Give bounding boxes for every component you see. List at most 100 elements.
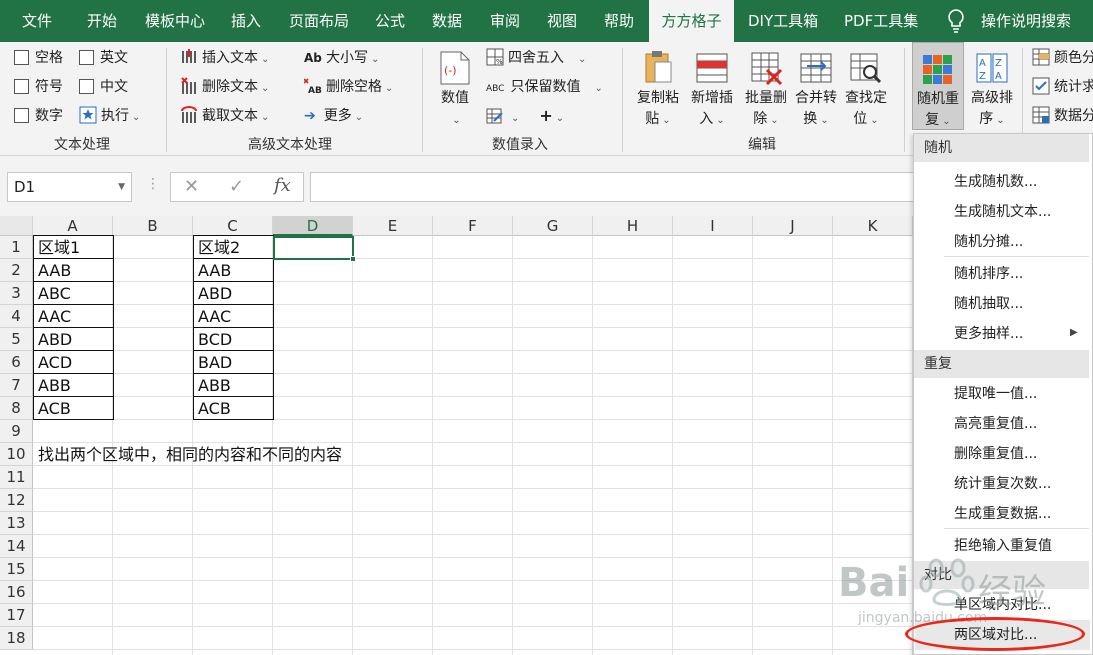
- edit-table-button[interactable]: ⌄ + ⌄: [486, 103, 564, 129]
- stats-button[interactable]: 统计求: [1032, 74, 1093, 100]
- column-header-b[interactable]: B: [113, 216, 193, 236]
- column-header-i[interactable]: I: [673, 216, 753, 236]
- merge-convert-button[interactable]: 合并转换 ⌄: [790, 42, 842, 134]
- row-header-15[interactable]: 15: [0, 558, 33, 581]
- row-header-9[interactable]: 9: [0, 420, 33, 443]
- extract-text-button[interactable]: 截取文本 ⌄: [180, 103, 269, 129]
- name-box[interactable]: D1 ▼: [7, 172, 132, 202]
- column-header-f[interactable]: F: [433, 216, 513, 236]
- tab-insert[interactable]: 插入: [231, 0, 261, 42]
- cell-a5[interactable]: ABD: [34, 328, 72, 351]
- selected-cell-d1[interactable]: [273, 236, 354, 260]
- find-locate-button[interactable]: 查找定位 ⌄: [840, 42, 892, 134]
- tab-template-center[interactable]: 模板中心: [145, 0, 205, 42]
- cell-c6[interactable]: BAD: [194, 351, 232, 374]
- row-header-6[interactable]: 6: [0, 351, 33, 374]
- menu-item-highlight-duplicates[interactable]: 高亮重复值...: [954, 409, 1037, 439]
- menu-item-generate-duplicates[interactable]: 生成重复数据...: [954, 499, 1051, 529]
- more-button[interactable]: ➔ 更多 ⌄: [304, 103, 363, 129]
- column-header-d[interactable]: D: [273, 216, 353, 236]
- row-header-5[interactable]: 5: [0, 328, 33, 351]
- row-header-17[interactable]: 17: [0, 604, 33, 627]
- advanced-sort-button[interactable]: AZZA 高级排序 ⌄: [966, 42, 1018, 134]
- tab-home[interactable]: 开始: [87, 0, 117, 42]
- cell-a3[interactable]: ABC: [34, 282, 71, 305]
- cell-c2[interactable]: AAB: [194, 259, 231, 282]
- row-header-12[interactable]: 12: [0, 489, 33, 512]
- cancel-icon[interactable]: ✕: [184, 176, 199, 197]
- menu-item-delete-duplicates[interactable]: 删除重复值...: [954, 439, 1037, 469]
- column-header-j[interactable]: J: [753, 216, 833, 236]
- tab-view[interactable]: 视图: [547, 0, 577, 42]
- cell-a8[interactable]: ACB: [34, 397, 71, 420]
- insert-text-button[interactable]: 插入文本 ⌄: [180, 45, 269, 71]
- menu-item-count-duplicates[interactable]: 统计重复次数...: [954, 469, 1051, 499]
- row-header-18[interactable]: 18: [0, 627, 33, 650]
- tab-diy-toolbox[interactable]: DIY工具箱: [748, 0, 818, 42]
- cell-c3[interactable]: ABD: [194, 282, 232, 305]
- column-header-e[interactable]: E: [353, 216, 433, 236]
- cell-a2[interactable]: AAB: [34, 259, 71, 282]
- symbol-checkbox[interactable]: 符号: [14, 74, 63, 100]
- case-button[interactable]: Ab 大小写 ⌄: [304, 45, 379, 71]
- column-header-a[interactable]: A: [33, 216, 113, 236]
- column-header-g[interactable]: G: [513, 216, 593, 236]
- cell-a10[interactable]: 找出两个区域中，相同的内容和不同的内容: [34, 443, 342, 466]
- keep-numbers-button[interactable]: ABC 只保留数值 ⌄: [486, 74, 603, 100]
- execute-button[interactable]: 执行 ⌄: [79, 103, 140, 129]
- column-header-k[interactable]: K: [833, 216, 913, 236]
- row-header-3[interactable]: 3: [0, 282, 33, 305]
- row-header-4[interactable]: 4: [0, 305, 33, 328]
- menu-item-gen-random-text[interactable]: 生成随机文本...: [954, 197, 1051, 227]
- tab-page-layout[interactable]: 页面布局: [289, 0, 349, 42]
- random-repeat-button[interactable]: 随机重复 ⌄: [912, 42, 964, 130]
- menu-item-more-sampling[interactable]: 更多抽样...: [954, 319, 1023, 349]
- menu-item-extract-unique[interactable]: 提取唯一值...: [954, 379, 1037, 409]
- menu-item-random-sample[interactable]: 随机抽取...: [954, 289, 1023, 319]
- column-header-h[interactable]: H: [593, 216, 673, 236]
- data-split-button[interactable]: 数据分: [1032, 103, 1093, 129]
- cell-a7[interactable]: ABB: [34, 374, 71, 397]
- batch-delete-button[interactable]: 批量删除 ⌄: [740, 42, 792, 134]
- row-header-8[interactable]: 8: [0, 397, 33, 420]
- menu-item-random-sort[interactable]: 随机排序...: [954, 259, 1023, 289]
- english-checkbox[interactable]: 英文: [79, 45, 128, 71]
- menu-item-random-allocate[interactable]: 随机分摊...: [954, 227, 1023, 257]
- column-header-c[interactable]: C: [193, 216, 273, 236]
- select-all-corner[interactable]: [0, 216, 33, 236]
- formula-input[interactable]: [310, 172, 920, 202]
- chinese-checkbox[interactable]: 中文: [79, 74, 128, 100]
- drag-handle-icon[interactable]: ⋮: [146, 176, 160, 192]
- row-header-13[interactable]: 13: [0, 512, 33, 535]
- add-insert-button[interactable]: 新增插入 ⌄: [686, 42, 738, 134]
- delete-text-button[interactable]: 删除文本 ⌄: [180, 74, 269, 100]
- function-icon[interactable]: fx: [274, 175, 291, 196]
- tab-formulas[interactable]: 公式: [375, 0, 405, 42]
- row-header-16[interactable]: 16: [0, 581, 33, 604]
- row-header-7[interactable]: 7: [0, 374, 33, 397]
- row-header-1[interactable]: 1: [0, 236, 33, 259]
- cell-a1[interactable]: 区域1: [34, 236, 80, 259]
- cell-c5[interactable]: BCD: [194, 328, 232, 351]
- tab-pdf-tools[interactable]: PDF工具集: [844, 0, 918, 42]
- cell-c7[interactable]: ABB: [194, 374, 231, 397]
- round-button[interactable]: % 四舍五入 ⌄: [486, 45, 586, 71]
- number-checkbox[interactable]: 数字: [14, 103, 63, 129]
- row-header-10[interactable]: 10: [0, 443, 33, 466]
- tab-review[interactable]: 审阅: [490, 0, 520, 42]
- fill-handle[interactable]: [350, 256, 356, 262]
- tab-file[interactable]: 文件: [22, 0, 52, 42]
- menu-item-gen-random-number[interactable]: 生成随机数...: [954, 167, 1037, 197]
- color-split-button[interactable]: 颜色分: [1032, 45, 1093, 71]
- tab-data[interactable]: 数据: [432, 0, 462, 42]
- tab-fangfangezi[interactable]: 方方格子: [649, 0, 734, 42]
- cell-a6[interactable]: ACD: [34, 351, 72, 374]
- help-search[interactable]: 操作说明搜索: [981, 0, 1071, 42]
- copy-paste-button[interactable]: 复制粘贴 ⌄: [632, 42, 684, 134]
- space-checkbox[interactable]: 空格: [14, 45, 63, 71]
- row-header-11[interactable]: 11: [0, 466, 33, 489]
- cell-c4[interactable]: AAC: [194, 305, 231, 328]
- numeric-button[interactable]: (-) 数值 ⌄: [432, 42, 478, 134]
- cell-c8[interactable]: ACB: [194, 397, 231, 420]
- remove-spaces-button[interactable]: AB 删除空格 ⌄: [304, 74, 393, 100]
